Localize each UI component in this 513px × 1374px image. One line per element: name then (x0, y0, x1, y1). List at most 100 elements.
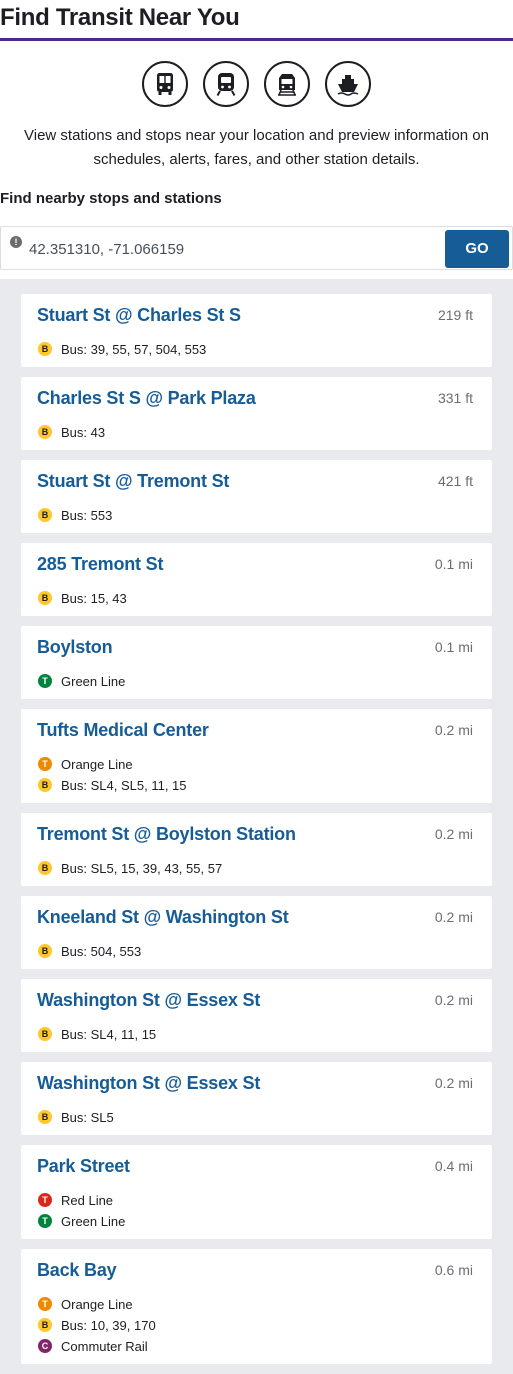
bus-icon: B (38, 944, 52, 958)
route-label: Bus: 39, 55, 57, 504, 553 (61, 341, 207, 357)
stop-distance: 0.1 mi (434, 639, 473, 655)
page-title: Find Transit Near You (0, 4, 240, 31)
stop-distance: 0.2 mi (434, 826, 473, 842)
orange-line-icon: T (38, 757, 52, 771)
transit-mode-icons (0, 61, 513, 107)
route-item: B Bus: SL5, 15, 39, 43, 55, 57 (38, 859, 222, 877)
bus-icon: B (38, 342, 52, 356)
bus-icon: B (38, 1027, 52, 1041)
stop-distance: 0.2 mi (434, 1075, 473, 1091)
route-item: B Bus: 504, 553 (38, 942, 141, 960)
stop-name-link[interactable]: Tufts Medical Center (37, 720, 209, 741)
bus-icon: B (38, 861, 52, 875)
route-label: Green Line (61, 673, 126, 689)
stop-distance: 0.6 mi (434, 1262, 473, 1278)
stop-card[interactable]: Back Bay 0.6 mi T Orange Line B Bus: 10, 39, … (21, 1249, 492, 1364)
stop-card[interactable]: Stuart St @ Tremont St 421 ft B Bus: 553 (21, 460, 492, 533)
route-label: Bus: 43 (61, 424, 106, 440)
bus-icon[interactable] (142, 61, 188, 107)
location-input[interactable] (29, 235, 429, 263)
route-item: B Bus: 39, 55, 57, 504, 553 (38, 340, 206, 358)
location-search: ! GO (0, 226, 513, 270)
green-line-icon: T (38, 1214, 52, 1228)
green-line-icon: T (38, 674, 52, 688)
stop-name-link[interactable]: Kneeland St @ Washington St (37, 907, 289, 928)
title-divider (0, 38, 513, 41)
route-item: B Bus: SL5 (38, 1108, 114, 1126)
results-list: Stuart St @ Charles St S 219 ft B Bus: 39, … (0, 279, 513, 1374)
stop-distance: 0.2 mi (434, 909, 473, 925)
stop-name-link[interactable]: Boylston (37, 637, 113, 658)
bus-icon: B (38, 508, 52, 522)
ferry-icon-graphic (337, 75, 359, 96)
stop-distance: 421 ft (437, 473, 473, 489)
bus-icon-graphic (157, 73, 173, 95)
stop-card[interactable]: 285 Tremont St 0.1 mi B Bus: 15, 43 (21, 543, 492, 616)
route-label: Bus: SL5, 15, 39, 43, 55, 57 (61, 860, 223, 876)
stop-card[interactable]: Tremont St @ Boylston Station 0.2 mi B Bus:… (21, 813, 492, 886)
subway-icon-graphic (216, 73, 236, 96)
intro-text: View stations and stops near your locati… (24, 127, 489, 168)
commuter-rail-icon[interactable] (264, 61, 310, 107)
stop-card[interactable]: Charles St S @ Park Plaza 331 ft B Bus: 43 (21, 377, 492, 450)
route-item: T Orange Line (38, 1295, 133, 1313)
stop-card[interactable]: Park Street 0.4 mi T Red Line T Green Line (21, 1145, 492, 1239)
route-label: Commuter Rail (61, 1338, 148, 1354)
stop-name-link[interactable]: Tremont St @ Boylston Station (37, 824, 296, 845)
stop-distance: 331 ft (437, 390, 473, 406)
route-item: T Red Line (38, 1191, 113, 1209)
stop-name-link[interactable]: 285 Tremont St (37, 554, 163, 575)
route-label: Red Line (61, 1192, 114, 1208)
orange-line-icon: T (38, 1297, 52, 1311)
stop-distance: 0.2 mi (434, 722, 473, 738)
go-button[interactable]: GO (445, 230, 509, 268)
route-label: Green Line (61, 1213, 126, 1229)
route-item: B Bus: 10, 39, 170 (38, 1316, 156, 1334)
stop-card[interactable]: Boylston 0.1 mi T Green Line (21, 626, 492, 699)
bus-icon: B (38, 1318, 52, 1332)
bus-icon: B (38, 425, 52, 439)
stop-card[interactable]: Stuart St @ Charles St S 219 ft B Bus: 39, … (21, 294, 492, 367)
stop-card[interactable]: Washington St @ Essex St 0.2 mi B Bus: SL4,… (21, 979, 492, 1052)
stop-card[interactable]: Kneeland St @ Washington St 0.2 mi B Bus: 5… (21, 896, 492, 969)
route-label: Orange Line (61, 756, 133, 772)
route-label: Bus: 15, 43 (61, 590, 127, 606)
route-label: Bus: 504, 553 (61, 943, 142, 959)
bus-icon: B (38, 591, 52, 605)
route-label: Bus: SL5 (61, 1109, 114, 1125)
stop-name-link[interactable]: Charles St S @ Park Plaza (37, 388, 256, 409)
route-label: Bus: 10, 39, 170 (61, 1317, 156, 1333)
route-label: Orange Line (61, 1296, 133, 1312)
route-label: Bus: SL4, 11, 15 (61, 1026, 157, 1042)
route-item: B Bus: 553 (38, 506, 112, 524)
commuter-rail-icon-graphic (278, 74, 296, 96)
stop-distance: 219 ft (437, 307, 473, 323)
stop-card[interactable]: Washington St @ Essex St 0.2 mi B Bus: SL5 (21, 1062, 492, 1135)
bus-icon: B (38, 1110, 52, 1124)
route-item: C Commuter Rail (38, 1337, 148, 1355)
stop-name-link[interactable]: Park Street (37, 1156, 130, 1177)
stop-name-link[interactable]: Washington St @ Essex St (37, 990, 260, 1011)
route-item: T Orange Line (38, 755, 133, 773)
route-item: B Bus: 43 (38, 423, 105, 441)
stop-name-link[interactable]: Stuart St @ Charles St S (37, 305, 241, 326)
stop-distance: 0.2 mi (434, 992, 473, 1008)
stop-name-link[interactable]: Back Bay (37, 1260, 117, 1281)
stop-name-link[interactable]: Stuart St @ Tremont St (37, 471, 229, 492)
alert-icon: ! (10, 236, 22, 248)
stop-name-link[interactable]: Washington St @ Essex St (37, 1073, 260, 1094)
search-label: Find nearby stops and stations (0, 190, 222, 207)
stop-distance: 0.4 mi (434, 1158, 473, 1174)
route-item: B Bus: 15, 43 (38, 589, 127, 607)
subway-icon[interactable] (203, 61, 249, 107)
route-label: Bus: 553 (61, 507, 113, 523)
route-item: B Bus: SL4, 11, 15 (38, 1025, 156, 1043)
commuter-rail-icon: C (38, 1339, 52, 1353)
route-label: Bus: SL4, SL5, 11, 15 (61, 777, 187, 793)
route-item: T Green Line (38, 1212, 125, 1230)
red-line-icon: T (38, 1193, 52, 1207)
ferry-icon[interactable] (325, 61, 371, 107)
stop-card[interactable]: Tufts Medical Center 0.2 mi T Orange Line B B… (21, 709, 492, 803)
route-item: B Bus: SL4, SL5, 11, 15 (38, 776, 187, 794)
bus-icon: B (38, 778, 52, 792)
